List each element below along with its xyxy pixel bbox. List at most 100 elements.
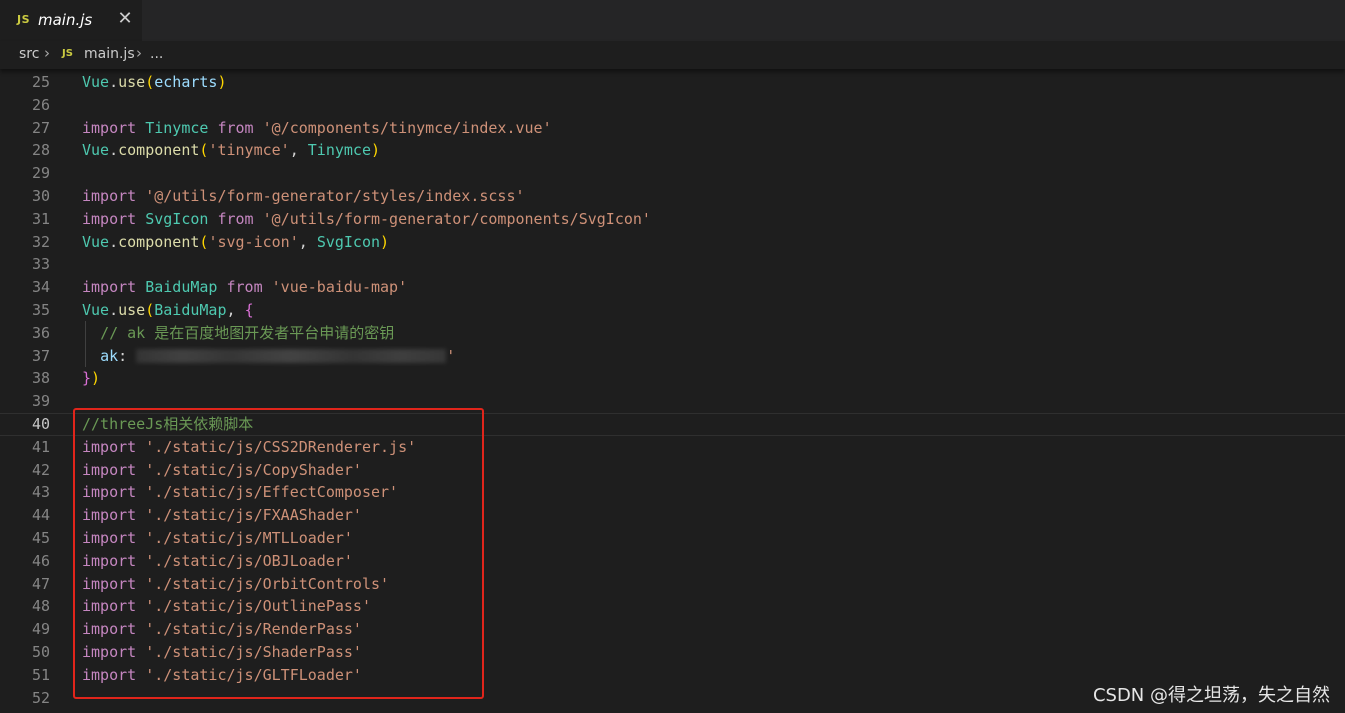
line-number: 51 [31,665,50,684]
code-line[interactable]: 29 [0,162,1345,185]
code-text: // ak 是在百度地图开发者平台申请的密钥 [82,322,394,345]
line-number: 31 [31,209,50,228]
line-number: 46 [31,551,50,570]
line-number: 28 [31,141,50,160]
line-number: 32 [31,232,50,251]
code-token: SvgIcon [316,232,381,251]
code-token: ) [371,141,381,160]
code-line[interactable]: 28 Vue.component('tinymce', Tinymce) [0,139,1345,162]
chevron-right-icon: › [44,44,50,62]
line-number: 40 [31,415,50,433]
code-token: use [118,73,146,91]
close-icon[interactable]: ✕ [115,8,135,30]
line-number: 25 [31,73,50,91]
line-number: 47 [31,574,50,593]
watermark: CSDN @得之坦荡，失之自然 [1092,685,1330,706]
javascript-file-icon: JS [17,13,31,26]
line-number: 29 [31,164,50,183]
code-line[interactable]: 38}) [0,367,1345,390]
code-line[interactable]: 32 Vue.component('svg-icon', SvgIcon) [0,231,1345,254]
code-token: 'vue-baidu-map' [271,278,408,297]
code-token: ) [217,73,227,91]
line-number: 43 [31,483,50,502]
editor-tab-bar: JS main.js ✕ [0,0,1345,41]
highlight-annotation-box [73,408,484,699]
code-token: // ak 是在百度地图开发者平台申请的密钥 [100,323,395,342]
code-token: import [82,209,137,228]
code-token: from [226,278,263,297]
code-token: 'tinymce' [208,141,290,160]
code-token: ( [145,301,155,319]
code-line[interactable]: 35 Vue.use(BaiduMap, { [0,299,1345,322]
code-token: . [109,73,119,91]
code-token: ' [446,346,456,365]
tab-label: main.js [38,11,93,29]
code-token: Vue [82,73,110,91]
line-number: 42 [31,460,50,479]
code-token: BaiduMap [145,278,218,297]
breadcrumb-file-main-js[interactable]: main.js [84,46,135,62]
code-text: }) [82,367,100,390]
code-token: , [289,141,308,160]
code-text: Vue.component('svg-icon', SvgIcon) [82,231,389,254]
code-token: '@/utils/form-generator/components/SvgIc… [262,209,651,228]
line-number: 52 [31,688,50,707]
code-text: ak: ' [82,345,455,368]
code-text: import SvgIcon from '@/utils/form-genera… [82,208,651,231]
tab-main-js[interactable]: JS main.js ✕ [0,0,142,41]
code-line[interactable]: 26 [0,94,1345,117]
code-token: { [244,301,254,319]
code-token: from [217,209,254,228]
code-token: ak [100,346,119,365]
breadcrumb-folder-src[interactable]: src [19,46,39,62]
code-token: import [82,187,137,205]
code-token: : [118,346,137,365]
line-number: 35 [31,301,50,319]
redacted-api-key [136,349,447,364]
breadcrumb-symbols[interactable]: ... [150,46,163,62]
code-token: , [298,232,317,251]
code-line[interactable]: 31 import SvgIcon from '@/utils/form-gene… [0,208,1345,231]
code-line[interactable]: 34 import BaiduMap from 'vue-baidu-map' [0,276,1345,299]
line-number: 41 [31,437,50,456]
line-number: 39 [31,392,50,411]
line-number: 26 [31,95,50,114]
code-line[interactable]: 36 // ak 是在百度地图开发者平台申请的密钥 [0,322,1345,345]
code-token: component [118,232,200,251]
code-token: echarts [154,73,218,91]
code-editor-window: JS main.js ✕ src › JS main.js › ... 25 Vu… [0,0,1345,713]
code-text: Vue.use(echarts) [82,71,227,94]
code-token: '@/utils/form-generator/styles/index.scs… [145,187,525,205]
code-text: import Tinymce from '@/components/tinymc… [82,117,552,140]
code-line[interactable]: 27 import Tinymce from '@/components/tiny… [0,117,1345,140]
code-line[interactable]: 33 [0,253,1345,276]
chevron-right-icon: › [136,44,142,62]
code-line[interactable]: 30 import '@/utils/form-generator/styles/… [0,185,1345,208]
code-token: use [118,301,146,319]
line-number: 33 [31,255,50,274]
line-number: 27 [31,118,50,137]
code-token: ) [91,369,101,388]
line-number: 37 [31,346,50,365]
code-token: component [118,141,200,160]
code-token: SvgIcon [145,209,209,228]
line-number: 44 [31,506,50,525]
code-token: Tinymce [145,118,209,137]
code-text: Vue.component('tinymce', Tinymce) [82,139,380,162]
code-line[interactable]: 37 ak: ' [0,345,1345,368]
code-token: , [226,301,245,319]
code-text: import '@/utils/form-generator/styles/in… [82,185,525,208]
breadcrumb: src › JS main.js › ... [0,41,1345,69]
code-line[interactable]: 25 Vue.use(echarts) [0,71,1345,94]
code-token: Vue [82,301,110,319]
line-number: 30 [31,187,50,205]
javascript-file-icon: JS [62,48,73,59]
